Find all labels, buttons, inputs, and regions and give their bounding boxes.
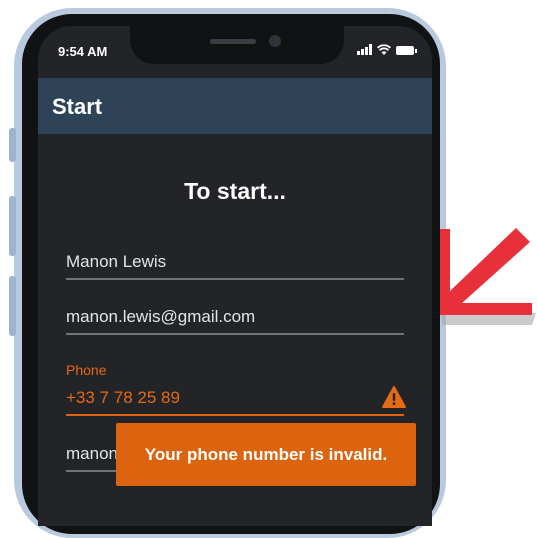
battery-icon	[396, 46, 417, 55]
error-snackbar: Your phone number is invalid.	[116, 423, 416, 486]
phone-value: +33 7 78 25 89	[66, 388, 180, 407]
phone-screen: 9:54 AM Start To start... Manon Lewis ma…	[38, 26, 432, 526]
arrow-icon	[440, 228, 536, 325]
status-time: 9:54 AM	[58, 44, 108, 59]
name-value: Manon Lewis	[66, 252, 167, 271]
app-title: Start	[52, 94, 103, 119]
wifi-icon	[377, 44, 391, 55]
notch	[130, 26, 344, 64]
signal-icon	[357, 44, 372, 55]
phone-field[interactable]: +33 7 78 25 89	[66, 386, 406, 416]
warning-icon	[382, 386, 406, 408]
form-heading: To start...	[184, 178, 286, 204]
partial-field-value: manon	[66, 444, 118, 463]
speaker	[210, 39, 256, 44]
mute-switch	[9, 128, 16, 162]
volume-up-button	[9, 196, 16, 256]
name-field[interactable]: Manon Lewis	[66, 252, 404, 280]
phone-label: Phone	[66, 362, 107, 378]
status-icons	[357, 44, 417, 55]
email-value: manon.lewis@gmail.com	[66, 307, 256, 326]
camera	[269, 35, 281, 47]
email-field[interactable]: manon.lewis@gmail.com	[66, 307, 404, 335]
volume-down-button	[9, 276, 16, 336]
app-bar: Start	[38, 78, 432, 134]
